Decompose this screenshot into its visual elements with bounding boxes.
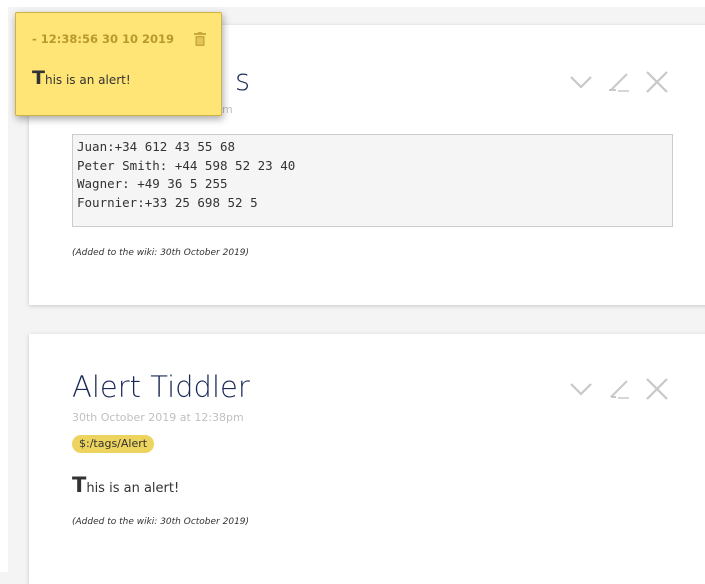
body-initial: T <box>72 473 87 497</box>
close-icon[interactable] <box>642 374 672 404</box>
code-line: Wagner: +49 36 5 255 <box>77 176 228 191</box>
tiddler-body: This is an alert! <box>72 473 179 497</box>
tiddler-subtitle: m <box>222 103 233 116</box>
code-line: Peter Smith: +44 598 52 23 40 <box>77 157 296 173</box>
code-line: Fournier:+33 25 698 52 5 <box>77 194 258 210</box>
chevron-down-icon[interactable] <box>566 67 596 97</box>
code-line: Juan:+34 612 43 55 68 <box>77 139 236 154</box>
pencil-icon[interactable] <box>604 67 634 97</box>
trash-icon[interactable] <box>194 31 206 46</box>
close-icon[interactable] <box>642 67 672 97</box>
pencil-icon[interactable] <box>604 374 634 404</box>
story-river: s m Juan:+34 612 43 55 68 Peter Smith: +… <box>0 0 705 584</box>
chevron-down-icon[interactable] <box>566 374 596 404</box>
tag-pill[interactable]: $:/tags/Alert <box>72 435 155 453</box>
tiddler-controls <box>566 374 672 404</box>
sidebar-edge <box>0 0 8 572</box>
body-text: his is an alert! <box>86 481 180 496</box>
tiddler-alert: Alert Tiddler 30th October 2019 at 12:38… <box>29 334 705 584</box>
tiddler-subtitle: 30th October 2019 at 12:38pm <box>72 411 244 424</box>
alert-initial: T <box>32 67 45 89</box>
alert-timestamp: - 12:38:56 30 10 2019 <box>32 32 175 46</box>
added-note: (Added to the wiki: 30th October 2019) <box>72 517 250 527</box>
alert-text: his is an alert! <box>44 73 131 87</box>
top-strip <box>0 0 705 7</box>
added-note: (Added to the wiki: 30th October 2019) <box>72 248 250 258</box>
tiddler-controls <box>566 67 672 97</box>
tiddler-title[interactable]: Alert Tiddler <box>72 370 250 404</box>
tiddler-title[interactable]: s <box>235 63 250 97</box>
alert-message: This is an alert! <box>32 67 131 89</box>
alert-popup: - 12:38:56 30 10 2019 This is an alert! <box>15 12 222 116</box>
code-block: Juan:+34 612 43 55 68 Peter Smith: +44 5… <box>72 134 673 227</box>
